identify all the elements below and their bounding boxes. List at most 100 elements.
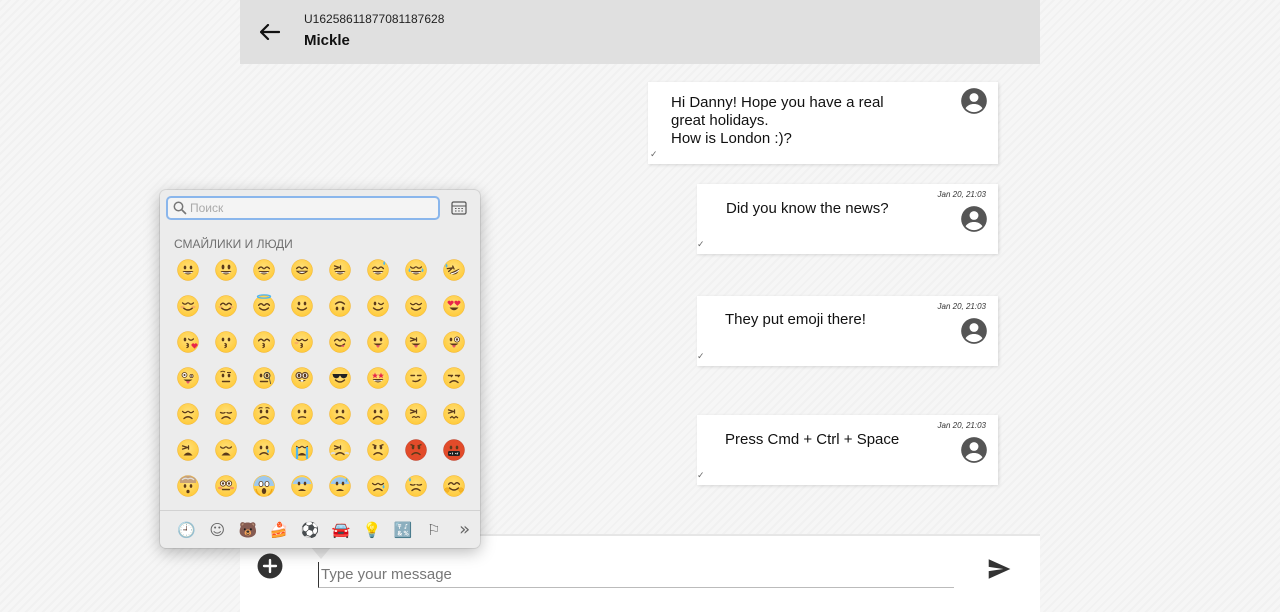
emoji-rolling-on-floor-laughing[interactable] [435,252,473,288]
emoji-kissing-face[interactable] [207,324,245,360]
conversation-id: U16258611877081187628 [304,12,445,26]
emoji-exploding-head[interactable] [169,468,207,504]
emoji-upside-down-face[interactable] [321,288,359,324]
search-icon [173,201,187,215]
message-text: Press Cmd + Ctrl + Space [725,431,900,448]
emoji-unamused-face[interactable] [435,360,473,396]
emoji-smiling-face[interactable] [169,288,207,324]
send-icon[interactable] [986,556,1012,582]
emoji-angry-face[interactable] [359,432,397,468]
emoji-persevering-face[interactable] [397,396,435,432]
emoji-winking-face-tongue[interactable] [435,324,473,360]
emoji-squinting-face-tongue[interactable] [397,324,435,360]
emoji-search-box[interactable] [166,196,440,220]
message-bubble: Jan 20, 21:03 They put emoji there! ✓ [697,296,998,366]
emoji-face-with-monocle[interactable] [245,360,283,396]
message-timestamp: Jan 20, 21:03 [937,421,986,430]
user-avatar-icon [961,437,987,463]
emoji-star-struck[interactable] [359,360,397,396]
emoji-beaming-face[interactable] [283,252,321,288]
message-text: Did you know the news? [726,200,889,217]
category-activity-icon[interactable]: ⚽ [295,515,326,545]
emoji-face-raised-eyebrow[interactable] [207,360,245,396]
emoji-zany-face[interactable] [169,360,207,396]
emoji-slightly-frowning-face[interactable] [321,396,359,432]
emoji-anxious-face-sweat[interactable] [321,468,359,504]
emoji-section-title: СМАЙЛИКИ И ЛЮДИ [174,237,293,251]
message-bubble: Hi Danny! Hope you have a real great hol… [648,82,998,164]
emoji-weary-face[interactable] [207,432,245,468]
emoji-tired-face[interactable] [169,432,207,468]
back-button[interactable] [254,16,286,48]
emoji-loudly-crying-face[interactable] [283,432,321,468]
emoji-grinning-face-smiling-eyes[interactable] [245,252,283,288]
conversation-name: Mickle [304,32,350,49]
emoji-face-with-symbols[interactable] [435,432,473,468]
message-text: Hi Danny! Hope you have a real great hol… [671,94,884,147]
emoji-heart-eyes[interactable] [435,288,473,324]
emoji-screaming-in-fear[interactable] [245,468,283,504]
emoji-kissing-face-smiling-eyes[interactable] [245,324,283,360]
emoji-confused-face[interactable] [283,396,321,432]
emoji-search-input[interactable] [190,199,435,217]
emoji-grinning-face[interactable] [169,252,207,288]
delivered-check-icon: ✓ [650,150,658,160]
category-food-drink-icon[interactable]: 🍰 [264,515,295,545]
category-symbols-icon[interactable]: 🔣 [387,515,418,545]
emoji-grinning-squinting-face[interactable] [321,252,359,288]
emoji-sad-relieved-face[interactable] [359,468,397,504]
emoji-pensive-face[interactable] [207,396,245,432]
category-flags-icon[interactable]: ⚐ [418,515,449,545]
emoji-face-steam-nose[interactable] [321,432,359,468]
category-animals-nature-icon[interactable]: 🐻 [233,515,264,545]
message-bubble: Jan 20, 21:03 Press Cmd + Ctrl + Space ✓ [697,415,998,485]
emoji-relieved-face[interactable] [397,288,435,324]
emoji-smiling-face-halo[interactable] [245,288,283,324]
chat-header: U16258611877081187628 Mickle [240,0,1040,64]
user-avatar-icon [961,318,987,344]
message-text: They put emoji there! [725,311,866,328]
arrow-left-icon [260,24,280,40]
add-attachment-button[interactable] [257,553,283,579]
emoji-smiling-face-sunglasses[interactable] [321,360,359,396]
emoji-flushed-face[interactable] [207,468,245,504]
message-timestamp: Jan 20, 21:03 [937,302,986,311]
emoji-smiling-face-smiling-eyes[interactable] [207,288,245,324]
category-travel-places-icon[interactable]: 🚘 [326,515,357,545]
emoji-hugging-face[interactable] [435,468,473,504]
emoji-picker: СМАЙЛИКИ И ЛЮДИ 🕘☺🐻🍰⚽🚘💡🔣⚐» [160,190,480,548]
emoji-winking-face[interactable] [359,288,397,324]
emoji-frowning-face[interactable] [359,396,397,432]
user-avatar-icon [961,88,987,114]
emoji-tears-of-joy[interactable] [397,252,435,288]
delivered-check-icon: ✓ [697,240,705,250]
emoji-kissing-face-closed-eyes[interactable] [283,324,321,360]
emoji-disappointed-face[interactable] [169,396,207,432]
delivered-check-icon: ✓ [697,352,705,362]
emoji-grinning-face-big-eyes[interactable] [207,252,245,288]
emoji-slightly-smiling-face[interactable] [283,288,321,324]
emoji-confounded-face[interactable] [435,396,473,432]
emoji-pouting-face[interactable] [397,432,435,468]
emoji-grinning-face-sweat[interactable] [359,252,397,288]
emoji-fearful-face[interactable] [283,468,321,504]
category-objects-icon[interactable]: 💡 [356,515,387,545]
emoji-smirking-face[interactable] [397,360,435,396]
emoji-crying-face[interactable] [245,432,283,468]
emoji-face-blowing-kiss[interactable] [169,324,207,360]
character-viewer-icon[interactable] [451,200,467,216]
emoji-worried-face[interactable] [245,396,283,432]
category-frequently-used-icon[interactable]: 🕘 [171,515,202,545]
delivered-check-icon: ✓ [697,471,705,481]
message-bubble: Jan 20, 21:03 Did you know the news? ✓ [697,184,998,254]
emoji-nerd-face[interactable] [283,360,321,396]
category-smileys-people-icon[interactable]: ☺ [202,515,233,545]
emoji-grid [169,252,473,504]
emoji-face-savoring-food[interactable] [321,324,359,360]
category-more-icon[interactable]: » [449,515,480,545]
emoji-downcast-sweat[interactable] [397,468,435,504]
emoji-category-bar: 🕘 ☺ 🐻 🍰 ⚽ 🚘 💡 🔣 ⚐» [160,510,480,548]
message-timestamp: Jan 20, 21:03 [937,190,986,199]
message-input[interactable] [318,562,954,588]
emoji-face-with-tongue[interactable] [359,324,397,360]
